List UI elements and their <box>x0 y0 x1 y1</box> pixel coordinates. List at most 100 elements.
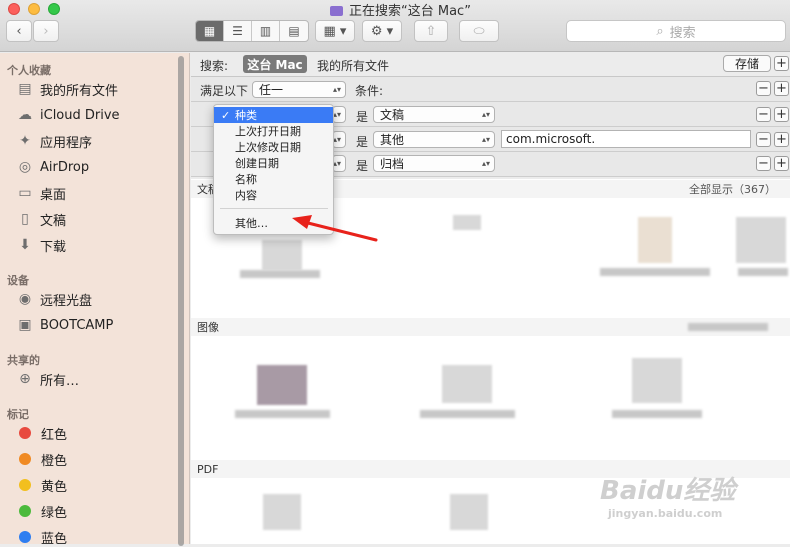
chevron-left-icon: ‹ <box>16 23 22 39</box>
kind-popup-2[interactable]: 其他 ▴▾ <box>373 131 495 148</box>
action-button[interactable]: ⚙ ▾ <box>362 20 402 42</box>
remove-row-button[interactable]: − <box>756 156 771 171</box>
blue-tag-icon <box>19 531 31 543</box>
arrange-button[interactable]: ▦ ▾ <box>315 20 355 42</box>
popup-arrows-icon: ▴▾ <box>332 159 341 168</box>
kind-popup-1[interactable]: 文稿 ▴▾ <box>373 106 495 123</box>
all-files-icon: ▤ <box>18 81 32 97</box>
file-name <box>612 410 702 418</box>
file-name <box>738 268 788 276</box>
arrange-grid-icon: ▦ ▾ <box>323 23 347 39</box>
kind-popup-3[interactable]: 归档 ▴▾ <box>373 155 495 172</box>
image-thumbnail[interactable] <box>442 365 492 403</box>
view-mode-control[interactable]: ▦ ☰ ▥ ▤ <box>195 20 309 42</box>
pdf-thumbnail[interactable] <box>450 494 488 530</box>
file-name <box>235 410 330 418</box>
sidebar-section-shared: 共享的 <box>7 354 40 367</box>
sidebar-tag-red[interactable]: 红色 <box>16 423 67 443</box>
search-field[interactable]: ⌕ 搜索 <box>566 20 786 42</box>
sidebar-tag-orange[interactable]: 橙色 <box>16 449 67 469</box>
add-row-button[interactable]: + <box>774 132 789 147</box>
smart-folder-icon <box>330 6 343 16</box>
zoom-window-button[interactable] <box>48 3 60 15</box>
document-thumbnail[interactable] <box>453 215 481 230</box>
pdf-thumbnail[interactable] <box>263 494 301 530</box>
sidebar-section-devices: 设备 <box>7 274 29 287</box>
sidebar-item-documents[interactable]: ▯ 文稿 <box>16 209 66 229</box>
documents-icon: ▯ <box>21 211 29 227</box>
sidebar-tag-yellow[interactable]: 黄色 <box>16 475 67 495</box>
sidebar-item-bootcamp[interactable]: ▣ BOOTCAMP <box>16 315 113 335</box>
menu-item-contents[interactable]: 内容 <box>214 187 333 203</box>
red-tag-icon <box>19 427 31 439</box>
watermark-brand: Baidu经验 <box>600 476 736 506</box>
remove-row-button[interactable]: − <box>756 81 771 96</box>
minimize-window-button[interactable] <box>28 3 40 15</box>
disc-icon: ◉ <box>18 291 32 307</box>
add-criteria-button[interactable]: + <box>774 56 789 71</box>
remove-row-button[interactable]: − <box>756 132 771 147</box>
add-row-button[interactable]: + <box>774 81 789 96</box>
add-row-button[interactable]: + <box>774 156 789 171</box>
sidebar-item-applications[interactable]: ✦ 应用程序 <box>16 131 92 151</box>
sidebar-tag-blue[interactable]: 蓝色 <box>16 527 67 547</box>
cover-flow-icon[interactable]: ▤ <box>280 21 308 41</box>
save-search-button[interactable]: 存储 <box>723 55 771 72</box>
back-button[interactable]: ‹ <box>6 20 32 42</box>
scope-this-mac[interactable]: 这台 Mac <box>243 55 307 73</box>
icon-view-icon[interactable]: ▦ <box>196 21 224 41</box>
tag-icon: ⬭ <box>473 23 485 39</box>
share-button[interactable]: ⇧ <box>414 20 448 42</box>
document-thumbnail[interactable] <box>736 217 786 263</box>
scope-label: 搜索: <box>200 59 229 73</box>
popup-arrows-icon: ▴▾ <box>481 110 490 119</box>
column-view-icon[interactable]: ▥ <box>252 21 280 41</box>
close-window-button[interactable] <box>8 3 20 15</box>
match-popup[interactable]: 任一 ▴▾ <box>252 81 346 98</box>
sidebar-item-icloud[interactable]: ☁ iCloud Drive <box>16 105 120 125</box>
annotation-arrow-icon <box>292 215 378 242</box>
menu-item-name[interactable]: 名称 <box>214 171 333 187</box>
add-row-button[interactable]: + <box>774 107 789 122</box>
menu-item-last-modified[interactable]: 上次修改日期 <box>214 139 333 155</box>
tags-button[interactable]: ⬭ <box>459 20 499 42</box>
menu-item-last-opened[interactable]: 上次打开日期 <box>214 123 333 139</box>
download-icon: ⬇ <box>19 237 31 253</box>
sidebar-item-remote-disc[interactable]: ◉ 远程光盘 <box>16 289 92 309</box>
popup-arrows-icon: ▴▾ <box>332 85 341 94</box>
file-name <box>240 270 320 278</box>
sidebar-item-all-files[interactable]: ▤ 我的所有文件 <box>16 79 118 99</box>
sidebar-item-downloads[interactable]: ⬇ 下载 <box>16 235 66 255</box>
show-all-link[interactable] <box>688 323 768 331</box>
popup-arrows-icon: ▴▾ <box>481 135 490 144</box>
popup-arrows-icon: ▴▾ <box>481 159 490 168</box>
sidebar-item-all-shared[interactable]: ⊕ 所有… <box>16 369 79 389</box>
popup-arrows-icon: ▴▾ <box>332 110 341 119</box>
sidebar-item-airdrop[interactable]: ◎ AirDrop <box>16 157 89 177</box>
kind-text-field[interactable]: com.microsoft. <box>501 130 751 148</box>
show-all-link[interactable]: 全部显示（367） <box>689 181 776 197</box>
chevron-right-icon: › <box>43 23 49 39</box>
attribute-popup-2[interactable]: ▴▾ <box>332 131 346 148</box>
attribute-popup-3[interactable]: ▴▾ <box>332 155 346 172</box>
remove-row-button[interactable]: − <box>756 107 771 122</box>
sidebar-scrollbar[interactable] <box>178 56 184 546</box>
list-view-icon[interactable]: ☰ <box>224 21 252 41</box>
scope-my-files[interactable]: 我的所有文件 <box>317 57 389 74</box>
image-thumbnail[interactable] <box>257 365 307 405</box>
watermark-url: jingyan.baidu.com <box>608 507 723 520</box>
checkmark-icon: ✓ <box>221 108 231 122</box>
menu-item-kind[interactable]: ✓ 种类 <box>214 107 333 123</box>
search-icon: ⌕ <box>656 23 664 39</box>
sidebar-tag-green[interactable]: 绿色 <box>16 501 67 521</box>
is-label-3: 是 <box>356 159 369 173</box>
menu-separator <box>220 208 328 209</box>
menu-item-created[interactable]: 创建日期 <box>214 155 333 171</box>
is-label-2: 是 <box>356 135 369 149</box>
sidebar-item-desktop[interactable]: ▭ 桌面 <box>16 183 66 203</box>
attribute-popup-1[interactable]: ▴▾ <box>332 106 346 123</box>
yellow-tag-icon <box>19 479 31 491</box>
forward-button[interactable]: › <box>33 20 59 42</box>
document-thumbnail[interactable] <box>638 217 672 263</box>
image-thumbnail[interactable] <box>632 358 682 403</box>
